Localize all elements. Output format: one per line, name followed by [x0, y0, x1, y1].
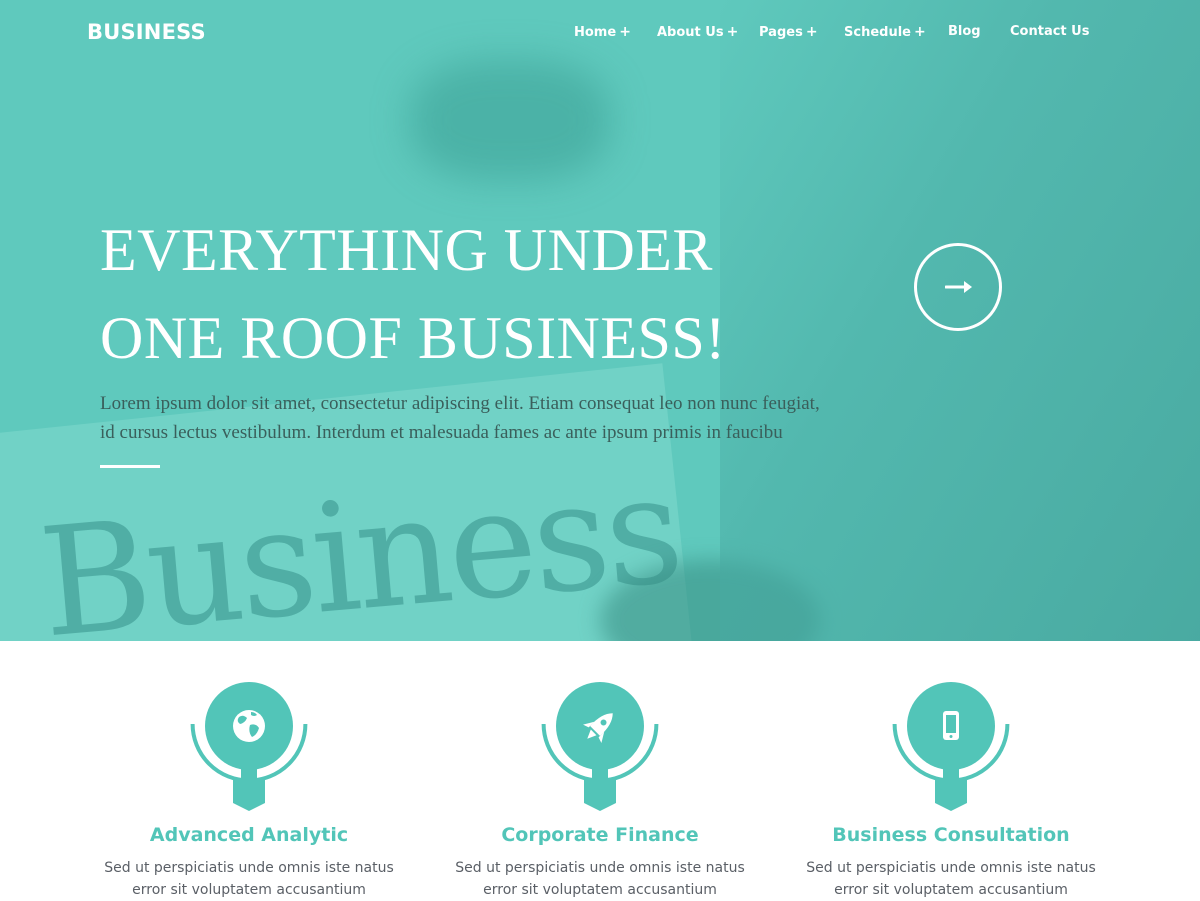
nav-item-schedule[interactable]: Schedule +: [844, 24, 926, 40]
feature-description: Sed ut perspiciatis unde omnis iste natu…: [430, 857, 770, 901]
nav-item-label: About Us: [657, 25, 724, 40]
nav-item-about-us[interactable]: About Us +: [657, 24, 738, 40]
top-navigation: BUSINESS Home + About Us + Pages + Schedule…: [0, 0, 1200, 66]
features-section: Advanced Analytic Sed ut perspiciatis un…: [0, 641, 1200, 900]
nav-item-label: Pages: [759, 25, 803, 40]
feature-title: Advanced Analytic: [149, 824, 349, 846]
feature-description: Sed ut perspiciatis unde omnis iste natu…: [781, 857, 1121, 901]
mobile-phone-icon: [943, 711, 959, 740]
feature-title: Business Consultation: [832, 824, 1070, 846]
site-logo[interactable]: BUSINESS: [87, 20, 206, 44]
feature-badge: [430, 641, 770, 816]
hero-title: EVERYTHING UNDER ONE ROOF BUSINESS!: [100, 206, 860, 382]
hero-title-line: EVERYTHING UNDER: [100, 217, 713, 283]
hero-description-line: Lorem ipsum dolor sit amet, consectetur …: [100, 393, 820, 414]
hero-section: Business BUSINESS Home + About Us + Pages +…: [0, 0, 1200, 641]
nav-item-contact-us[interactable]: Contact Us: [1010, 24, 1089, 39]
feature-card-advanced-analytic: Advanced Analytic Sed ut perspiciatis un…: [79, 641, 419, 900]
arrow-right-icon: [945, 281, 972, 293]
hero-bg-plant: [410, 60, 610, 180]
hero-title-line: ONE ROOF BUSINESS!: [100, 305, 726, 371]
feature-description-line: Sed ut perspiciatis unde omnis iste natu…: [104, 860, 394, 876]
nav-item-label: Blog: [948, 24, 981, 39]
feature-description-line: error sit voluptatem accusantium: [483, 882, 717, 898]
plus-icon: +: [619, 24, 631, 40]
nav-item-pages[interactable]: Pages +: [759, 24, 818, 40]
nav-item-label: Home: [574, 25, 617, 40]
nav-item-label: Contact Us: [1010, 24, 1090, 39]
hero-divider: [100, 465, 160, 468]
hero-next-button[interactable]: [914, 243, 1002, 331]
nav-item-blog[interactable]: Blog: [948, 24, 981, 39]
feature-title: Corporate Finance: [501, 824, 699, 846]
feature-card-corporate-finance: Corporate Finance Sed ut perspiciatis un…: [430, 641, 770, 900]
feature-description-line: error sit voluptatem accusantium: [132, 882, 366, 898]
hero-description: Lorem ipsum dolor sit amet, consectetur …: [100, 389, 860, 447]
hero-description-line: id cursus lectus vestibulum. Interdum et…: [100, 422, 783, 443]
feature-description-line: Sed ut perspiciatis unde omnis iste natu…: [455, 860, 745, 876]
nav-item-label: Schedule: [844, 25, 911, 40]
feature-description: Sed ut perspiciatis unde omnis iste natu…: [79, 857, 419, 901]
nav-item-home[interactable]: Home +: [574, 24, 631, 40]
feature-badge: [79, 641, 419, 816]
plus-icon: +: [726, 24, 739, 40]
plus-icon: +: [913, 24, 926, 40]
feature-description-line: error sit voluptatem accusantium: [834, 882, 1068, 898]
feature-card-business-consultation: Business Consultation Sed ut perspiciati…: [781, 641, 1121, 900]
feature-badge: [781, 641, 1121, 816]
feature-description-line: Sed ut perspiciatis unde omnis iste natu…: [806, 860, 1096, 876]
plus-icon: +: [805, 24, 818, 40]
globe-icon: [233, 710, 265, 742]
